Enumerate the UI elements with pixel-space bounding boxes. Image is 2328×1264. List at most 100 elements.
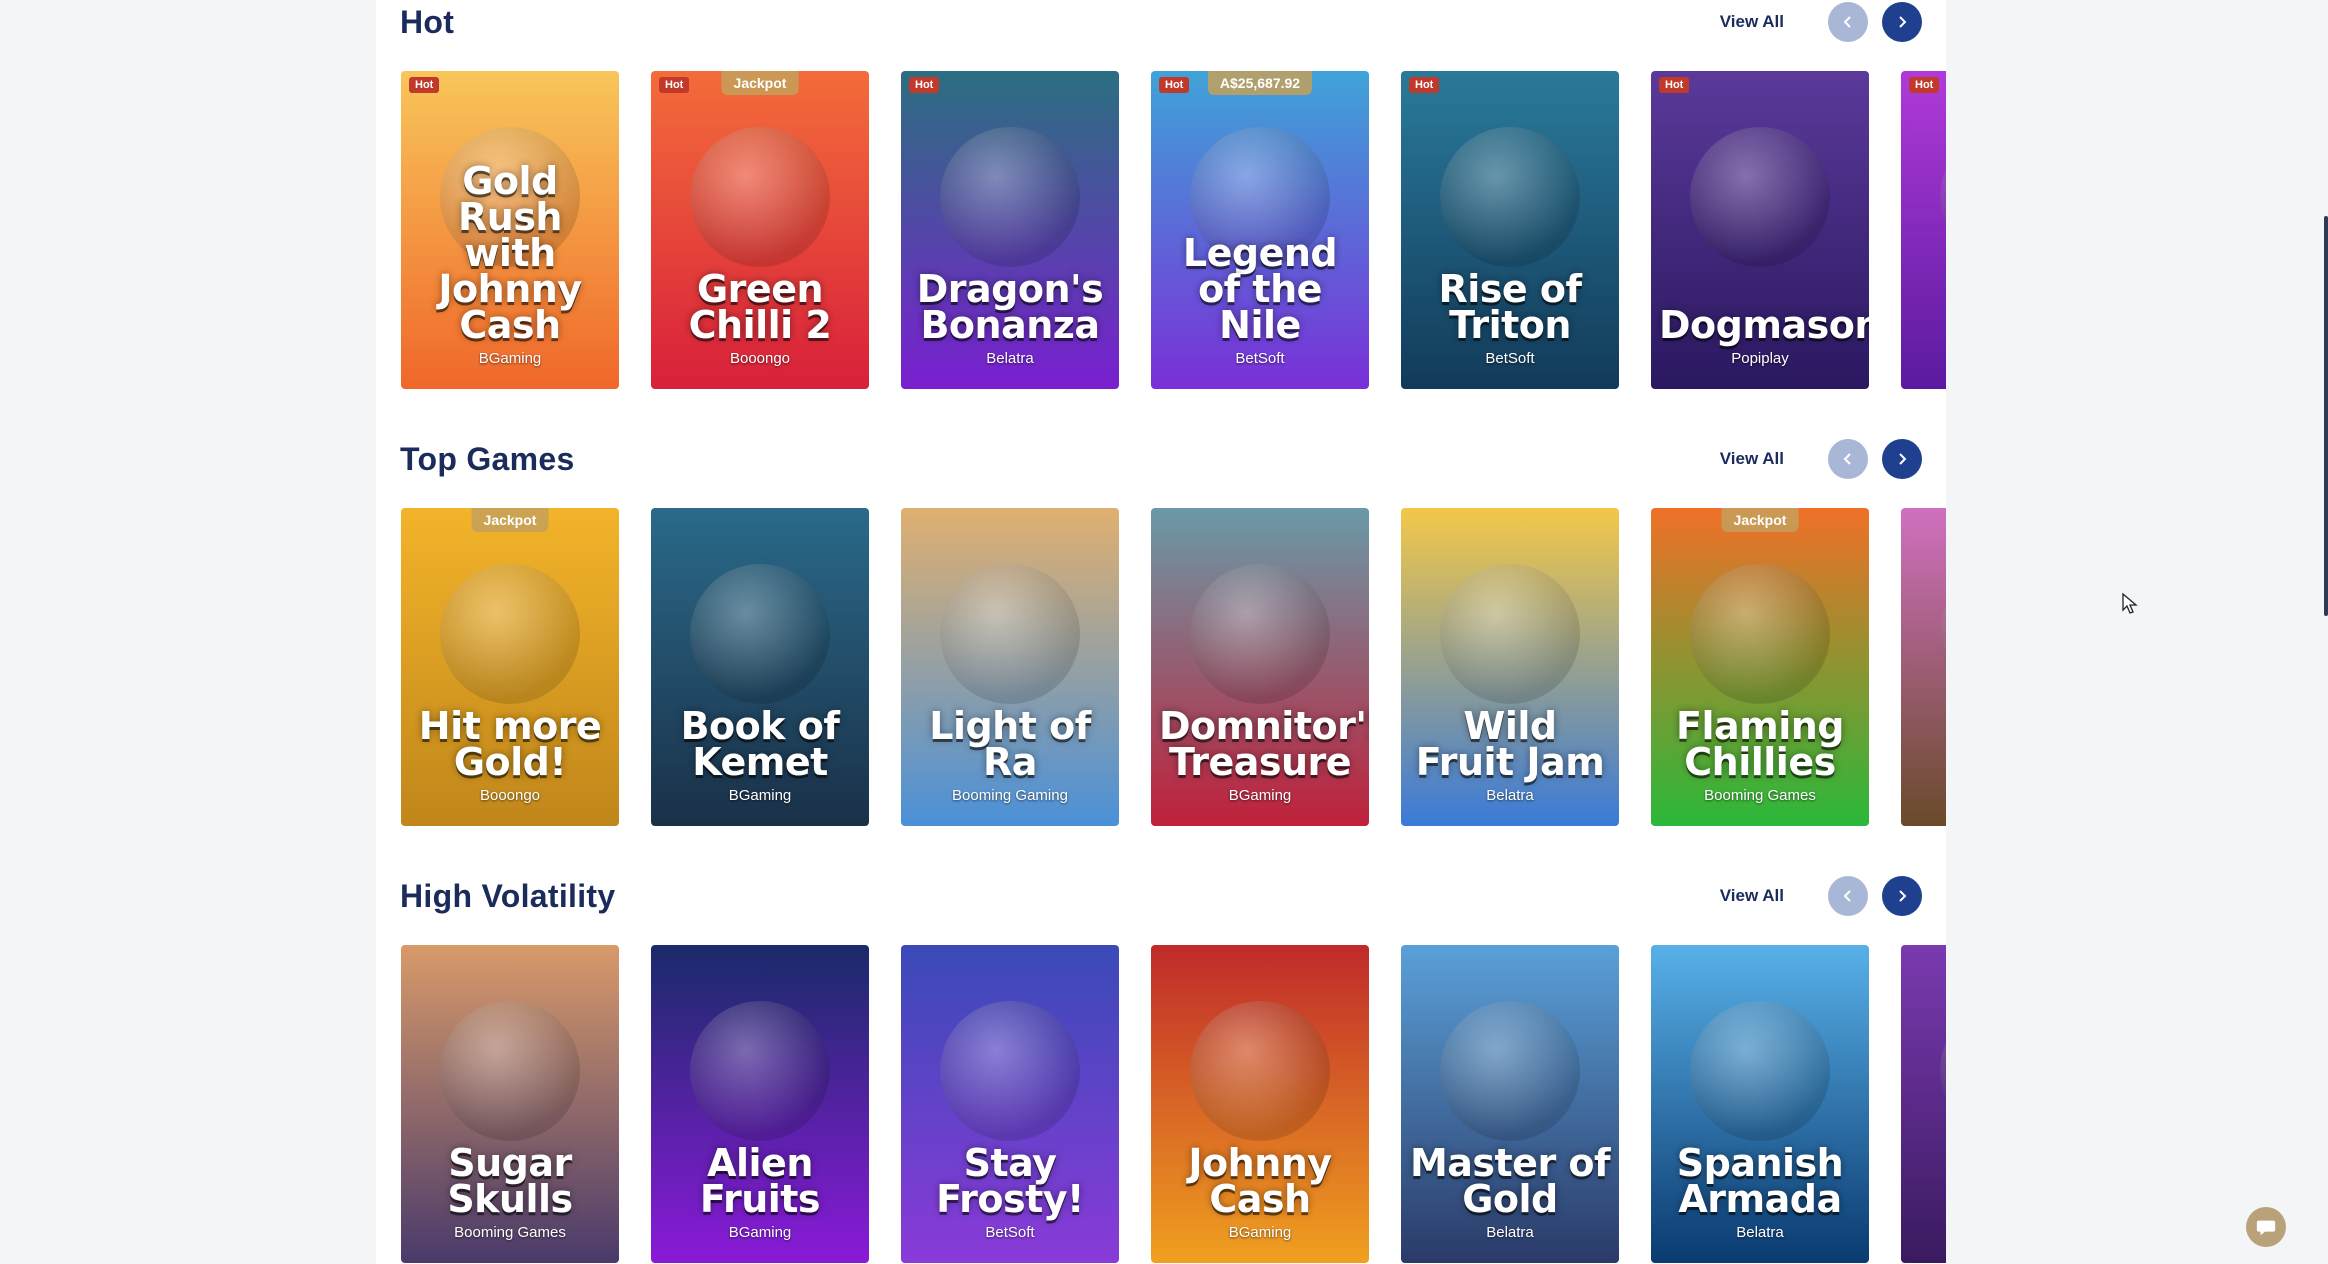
game-artwork: [440, 564, 580, 704]
game-title: Master of Gold: [1409, 1141, 1611, 1221]
game-provider: BetSoft: [1235, 350, 1285, 367]
game-thumbnail: [1901, 71, 1946, 389]
hot-badge: Hot: [659, 77, 690, 93]
view-all-link[interactable]: View All: [1720, 449, 1784, 469]
section-title: Top Games: [400, 440, 575, 477]
game-provider: Booming Games: [1704, 787, 1816, 804]
chevron-left-icon: [1843, 453, 1851, 465]
carousel-next-button[interactable]: [1882, 439, 1922, 479]
game-artwork: [690, 1001, 830, 1141]
game-card[interactable]: Book of Kemet BGaming: [649, 506, 871, 828]
game-card[interactable]: Sugar Skulls Booming Games: [399, 943, 621, 1264]
game-card[interactable]: Hot A$25,687.92 Legend of the Nile BetSoft: [1149, 69, 1371, 391]
game-card[interactable]: Hot Jackpot Green Chilli 2 Booongo: [649, 69, 871, 391]
game-provider: BGaming: [728, 787, 792, 804]
carousel-prev-button[interactable]: [1828, 439, 1868, 479]
game-title: Rise of Triton: [1438, 267, 1582, 347]
carousel-prev-button[interactable]: [1828, 2, 1868, 42]
game-card[interactable]: Hot Dragon's Bonanza Belatra: [899, 69, 1121, 391]
game-card[interactable]: Hot Gold Rush with Johnny Cash BGaming: [399, 69, 621, 391]
game-thumbnail: [1901, 508, 1946, 826]
game-title: Alien Fruits: [699, 1141, 821, 1221]
game-title: Hit more Gold!: [418, 704, 602, 784]
game-title: Wild Fruit Jam: [1415, 704, 1605, 784]
game-card[interactable]: Light of Ra Booming Gaming: [899, 506, 1121, 828]
mouse-cursor-icon: [2122, 593, 2138, 614]
section-header: High Volatility View All: [400, 874, 1922, 918]
game-card[interactable]: Hot Dogmasons Popiplay: [1649, 69, 1871, 391]
jackpot-badge: Jackpot: [1721, 508, 1799, 532]
game-artwork: [940, 1001, 1080, 1141]
game-provider: BGaming: [728, 1224, 792, 1241]
game-artwork: [1690, 564, 1830, 704]
game-artwork: [940, 127, 1080, 267]
game-artwork: [1690, 127, 1830, 267]
game-card[interactable]: Master of Gold Belatra: [1399, 943, 1621, 1264]
game-card[interactable]: Hot: [1899, 69, 1946, 391]
section-high-volatility: High Volatility View All Sugar Skulls Boo…: [376, 874, 1946, 1264]
carousel-controls: View All: [1720, 2, 1922, 42]
game-card[interactable]: Johnny Cash BGaming: [1149, 943, 1371, 1264]
game-title: Johnny Cash: [1188, 1141, 1332, 1221]
game-provider: BetSoft: [1485, 350, 1535, 367]
game-title: Legend of the Nile: [1182, 231, 1338, 347]
game-artwork: [690, 564, 830, 704]
game-card[interactable]: Hot Rise of Triton BetSoft: [1399, 69, 1621, 391]
game-artwork: [1690, 1001, 1830, 1141]
game-artwork: [440, 1001, 580, 1141]
game-provider: Booming Gaming: [952, 787, 1068, 804]
hot-badge: Hot: [1909, 77, 1940, 93]
view-all-link[interactable]: View All: [1720, 886, 1784, 906]
game-title: Dragon's Bonanza: [916, 267, 1104, 347]
game-title: Domnitor'S Treasure: [1159, 704, 1371, 784]
game-card[interactable]: Spanish Armada Belatra: [1649, 943, 1871, 1264]
game-artwork: [1440, 127, 1580, 267]
game-artwork: [1440, 1001, 1580, 1141]
jackpot-badge: Jackpot: [471, 508, 549, 532]
game-card[interactable]: [1899, 506, 1946, 828]
jackpot-badge: A$25,687.92: [1207, 71, 1313, 95]
view-all-link[interactable]: View All: [1720, 12, 1784, 32]
game-card[interactable]: Wild Fruit Jam Belatra: [1399, 506, 1621, 828]
carousel-prev-button[interactable]: [1828, 876, 1868, 916]
game-artwork: [1440, 564, 1580, 704]
game-title: Green Chilli 2: [688, 267, 832, 347]
section-hot: Hot View All Hot Gold Rush with Johnny Ca…: [376, 0, 1946, 440]
game-provider: Belatra: [1486, 787, 1534, 804]
section-top-games: Top Games View All Jackpot Hit more Gold!…: [376, 437, 1946, 877]
section-header: Hot View All: [400, 0, 1922, 44]
chat-button[interactable]: [2246, 1207, 2286, 1247]
game-card[interactable]: Alien Fruits BGaming: [649, 943, 871, 1264]
scrollbar-thumb[interactable]: [2324, 216, 2328, 616]
game-title: Flaming Chillies: [1675, 704, 1845, 784]
game-title: Stay Frosty!: [936, 1141, 1084, 1221]
game-card[interactable]: Jackpot Hit more Gold! Booongo: [399, 506, 621, 828]
chevron-right-icon: [1899, 453, 1907, 465]
game-artwork: [940, 564, 1080, 704]
jackpot-badge: Jackpot: [721, 71, 799, 95]
game-card[interactable]: Domnitor'S Treasure BGaming: [1149, 506, 1371, 828]
chevron-left-icon: [1843, 16, 1851, 28]
game-title: Sugar Skulls: [447, 1141, 573, 1221]
section-title: High Volatility: [400, 877, 616, 914]
chevron-left-icon: [1843, 890, 1851, 902]
game-artwork: [1190, 564, 1330, 704]
carousel-controls: View All: [1720, 876, 1922, 916]
carousel-next-button[interactable]: [1882, 2, 1922, 42]
game-title: Book of Kemet: [680, 704, 840, 784]
game-title: Dogmasons: [1659, 303, 1869, 347]
game-provider: Belatra: [986, 350, 1034, 367]
game-card[interactable]: Jackpot Flaming Chillies Booming Games: [1649, 506, 1871, 828]
chevron-right-icon: [1899, 16, 1907, 28]
carousel-next-button[interactable]: [1882, 876, 1922, 916]
game-title: Light of Ra: [929, 704, 1091, 784]
game-row: Jackpot Hit more Gold! Booongo Book of Keme…: [399, 506, 1946, 828]
hot-badge: Hot: [1159, 77, 1190, 93]
game-provider: Booongo: [729, 350, 791, 367]
game-provider: BetSoft: [985, 1224, 1035, 1241]
game-card[interactable]: Stay Frosty! BetSoft: [899, 943, 1121, 1264]
game-row: Hot Gold Rush with Johnny Cash BGaming Hot J…: [399, 69, 1946, 391]
game-provider: Belatra: [1486, 1224, 1534, 1241]
game-provider: BGaming: [1228, 787, 1292, 804]
game-card[interactable]: [1899, 943, 1946, 1264]
